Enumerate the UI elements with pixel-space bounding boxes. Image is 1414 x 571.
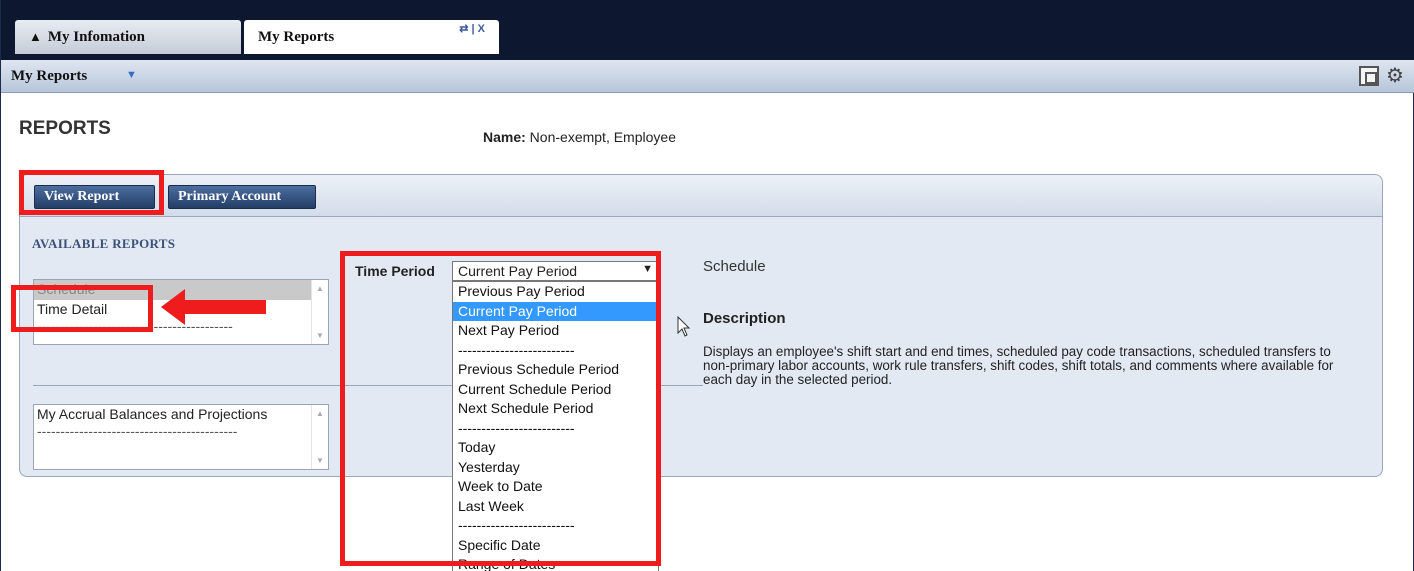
annotation-box-view-report (19, 170, 164, 215)
primary-account-button[interactable]: Primary Account (168, 185, 316, 209)
chevron-down-icon[interactable]: ▼ (126, 69, 137, 81)
tab-my-information[interactable]: ▲ My Infomation (15, 20, 241, 54)
gear-icon[interactable]: ⚙ (1385, 66, 1405, 86)
name-label: Name: (483, 129, 526, 145)
sub-nav-bar: My Reports ▼ ⚙ (1, 60, 1414, 93)
list-item: ----------------------------------------… (37, 425, 238, 437)
tab-my-information-label: My Infomation (47, 29, 145, 45)
scrollbar[interactable]: ▲ ▼ (311, 280, 328, 344)
tab-my-reports-label: My Reports (258, 29, 335, 45)
description-text: Displays an employee's shift start and e… (703, 344, 1334, 387)
home-icon: ▲ (29, 29, 42, 44)
selected-report-name: Schedule (703, 258, 766, 275)
mouse-cursor-icon (677, 316, 691, 337)
panel-toolbar: View Report Primary Account (20, 175, 1382, 217)
tab-tools-icons[interactable]: ⇄ | X (459, 22, 485, 35)
sub-nav-title[interactable]: My Reports (11, 68, 87, 85)
annotation-arrow-icon (161, 289, 266, 325)
scrollbar[interactable]: ▲ ▼ (311, 405, 328, 469)
maximize-window-icon[interactable] (1359, 66, 1379, 86)
tab-my-reports[interactable]: My Reports ⇄ | X (244, 20, 499, 54)
app-window: ▲ My Infomation My Reports ⇄ | X My Repor… (0, 0, 1414, 571)
reports-listbox-2[interactable]: My Accrual Balances and Projections ----… (33, 404, 329, 470)
annotation-box-time-period (340, 251, 661, 566)
name-value: Non-exempt, Employee (525, 129, 676, 145)
available-reports-heading: AVAILABLE REPORTS (32, 236, 176, 251)
employee-name-line: Name: Non-exempt, Employee (483, 129, 676, 145)
annotation-box-time-detail (11, 285, 153, 332)
description-heading: Description (703, 310, 786, 327)
reports-panel: View Report Primary Account AVAILABLE RE… (19, 174, 1383, 477)
top-tab-bar: ▲ My Infomation My Reports ⇄ | X (1, 0, 1414, 60)
page-title: REPORTS (19, 118, 111, 139)
list-item[interactable]: My Accrual Balances and Projections (34, 405, 328, 425)
